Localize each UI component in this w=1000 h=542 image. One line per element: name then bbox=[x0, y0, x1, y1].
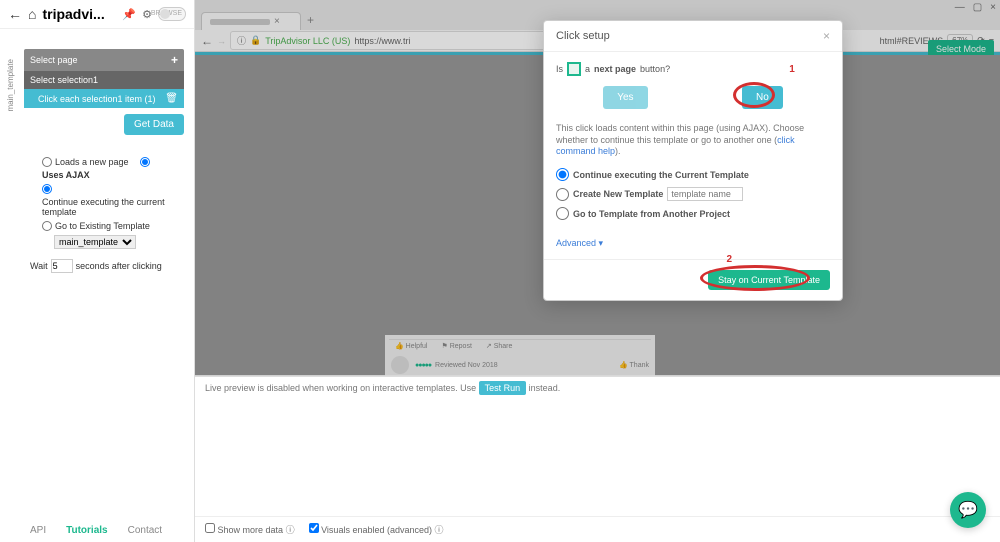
element-preview-box bbox=[567, 62, 581, 76]
chat-bubble-icon[interactable]: 💬 bbox=[950, 492, 986, 528]
template-select[interactable]: main_template bbox=[54, 235, 136, 249]
loads-new-page-radio[interactable] bbox=[42, 157, 52, 167]
continue-template-radio[interactable] bbox=[42, 184, 52, 194]
home-icon[interactable]: ⌂ bbox=[28, 6, 36, 22]
select-page-row[interactable]: Select page + bbox=[24, 49, 184, 71]
select-selection-row[interactable]: Select selection1 bbox=[24, 71, 184, 89]
modal-close-icon[interactable]: × bbox=[823, 29, 830, 43]
template-name-input[interactable] bbox=[667, 187, 743, 201]
get-data-button[interactable]: Get Data bbox=[124, 114, 184, 135]
test-run-button[interactable]: Test Run bbox=[479, 381, 527, 395]
show-more-data-toggle[interactable]: Show more data ⓘ bbox=[205, 523, 295, 536]
main-area: × + — ▢ × ← → ⓘ 🔒 TripAdvisor LLC (US) h… bbox=[195, 0, 1000, 542]
bottom-bar: Show more data ⓘ Visuals enabled (advanc… bbox=[195, 516, 1000, 542]
create-new-radio[interactable] bbox=[556, 188, 569, 201]
project-title: tripadvi... bbox=[42, 6, 116, 22]
sidebar-header: ← ⌂ tripadvi... 📌 ⚙ BROWSE bbox=[0, 0, 194, 29]
command-panel: Select page + Select selection1 Click ea… bbox=[24, 49, 184, 273]
footer-links: API Tutorials Contact bbox=[30, 525, 162, 536]
click-setup-modal: Click setup × Is a next page button? Yes… bbox=[543, 20, 843, 301]
stay-on-template-button[interactable]: Stay on Current Template bbox=[708, 270, 830, 290]
modal-description: This click loads content within this pag… bbox=[556, 123, 830, 158]
sidebar: ← ⌂ tripadvi... 📌 ⚙ BROWSE main_template… bbox=[0, 0, 195, 542]
continue-current-radio[interactable] bbox=[556, 168, 569, 181]
goto-template-radio[interactable] bbox=[42, 221, 52, 231]
back-arrow-icon[interactable]: ← bbox=[8, 6, 22, 22]
click-options: Loads a new page Uses AJAX Continue exec… bbox=[24, 141, 184, 273]
tutorials-link[interactable]: Tutorials bbox=[66, 525, 107, 536]
goto-another-radio[interactable] bbox=[556, 207, 569, 220]
preview-message: Live preview is disabled when working on… bbox=[195, 377, 1000, 399]
visuals-enabled-toggle[interactable]: Visuals enabled (advanced) ⓘ bbox=[309, 523, 444, 536]
plus-icon[interactable]: + bbox=[171, 53, 178, 67]
click-item-row[interactable]: Click each selection1 item (1) 🗑 bbox=[24, 89, 184, 108]
contact-link[interactable]: Contact bbox=[128, 525, 162, 536]
yes-button[interactable]: Yes bbox=[603, 86, 647, 109]
annotation-num-1: 1 bbox=[789, 64, 795, 75]
wait-seconds-input[interactable] bbox=[51, 259, 73, 273]
trash-icon[interactable]: 🗑 bbox=[165, 93, 178, 104]
no-button[interactable]: No bbox=[742, 86, 783, 109]
api-link[interactable]: API bbox=[30, 525, 46, 536]
browse-toggle[interactable]: BROWSE bbox=[158, 7, 186, 21]
uses-ajax-radio[interactable] bbox=[140, 157, 150, 167]
advanced-link[interactable]: Advanced ▾ bbox=[556, 238, 603, 249]
template-vtab[interactable]: main_template bbox=[4, 55, 17, 115]
pin-icon[interactable]: 📌 bbox=[122, 8, 136, 21]
bottom-panel: Live preview is disabled when working on… bbox=[195, 376, 1000, 542]
annotation-num-2: 2 bbox=[726, 254, 732, 265]
modal-title: Click setup bbox=[556, 30, 610, 42]
